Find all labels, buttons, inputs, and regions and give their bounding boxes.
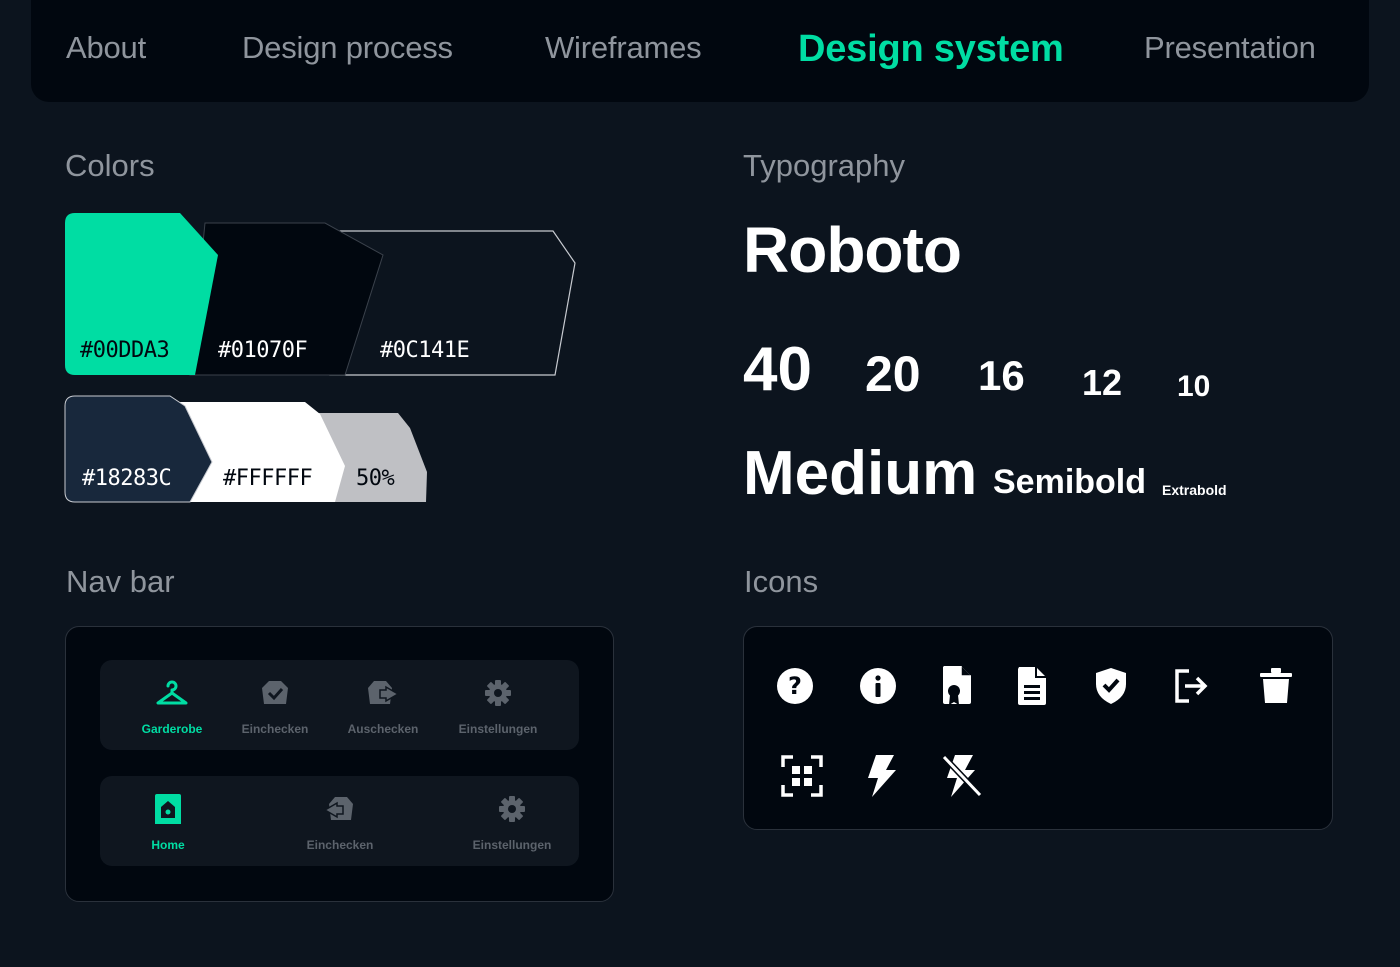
nav-label: Einstellungen [458, 722, 538, 736]
swatch-label-ffffff: #FFFFFF [223, 466, 313, 491]
swatch-label-00dda3: #00DDA3 [80, 338, 170, 363]
nav-item-einchecken[interactable]: Einchecken [305, 776, 375, 866]
nav-label: Garderobe [141, 722, 203, 736]
font-weight-medium: Medium [743, 439, 978, 508]
icons-title: Icons [744, 564, 819, 599]
navbar-variant-3: Home Einchecken Einstellungen [100, 776, 579, 866]
navbar-title: Nav bar [66, 564, 175, 599]
font-size-20: 20 [865, 346, 921, 402]
gear-icon [481, 676, 515, 710]
typography-title: Typography [743, 148, 905, 183]
swatch-label-50-percent: 50% [356, 466, 395, 491]
nav-item-einstellungen[interactable]: Einstellungen [470, 776, 554, 866]
check-in-icon [323, 792, 357, 826]
svg-text:?: ? [788, 672, 802, 700]
check-out-icon [366, 676, 400, 710]
font-size-40: 40 [743, 335, 812, 404]
flash-icon [860, 754, 904, 798]
nav-item-home[interactable]: Home [144, 776, 192, 866]
color-swatches [64, 213, 576, 503]
navbar-variant-4: Garderobe Einchecken Auschecken Einstell… [100, 660, 579, 750]
question-icon: ? [773, 664, 817, 708]
font-weight-extrabold: Extrabold [1162, 482, 1227, 498]
font-size-16: 16 [978, 352, 1025, 399]
hanger-icon [155, 676, 189, 710]
nav-label: Einchecken [241, 722, 309, 736]
font-size-12: 12 [1082, 362, 1123, 403]
font-weight-semibold: Semibold [993, 463, 1147, 501]
document-icon [1010, 664, 1054, 708]
gear-icon [495, 792, 529, 826]
shield-check-icon [1089, 664, 1133, 708]
font-size-10: 10 [1177, 370, 1211, 403]
nav-label: Einstellungen [472, 838, 552, 852]
flash-off-icon [940, 754, 984, 798]
icons-panel: ? [743, 626, 1333, 830]
qr-scan-icon [780, 754, 824, 798]
tab-presentation[interactable]: Presentation [1144, 30, 1316, 66]
check-in-icon [258, 676, 292, 710]
nav-item-auschecken[interactable]: Auschecken [345, 660, 421, 750]
trash-icon [1254, 664, 1298, 708]
info-icon [856, 664, 900, 708]
home-icon [151, 792, 185, 826]
nav-label: Einchecken [306, 838, 374, 852]
tab-design-system[interactable]: Design system [798, 28, 1064, 71]
font-name: Roboto [743, 214, 962, 286]
navbar-panel: Garderobe Einchecken Auschecken Einstell… [65, 626, 614, 902]
swatch-label-18283c: #18283C [82, 466, 172, 491]
logout-icon [1170, 664, 1214, 708]
certificate-file-icon [935, 664, 979, 708]
swatch-label-01070f: #01070F [218, 338, 308, 363]
nav-item-einstellungen[interactable]: Einstellungen [456, 660, 540, 750]
nav-item-einchecken[interactable]: Einchecken [240, 660, 310, 750]
nav-label: Auschecken [347, 722, 419, 736]
nav-item-garderobe[interactable]: Garderobe [140, 660, 204, 750]
swatch-label-0c141e: #0C141E [380, 338, 470, 363]
nav-label: Home [151, 838, 185, 852]
